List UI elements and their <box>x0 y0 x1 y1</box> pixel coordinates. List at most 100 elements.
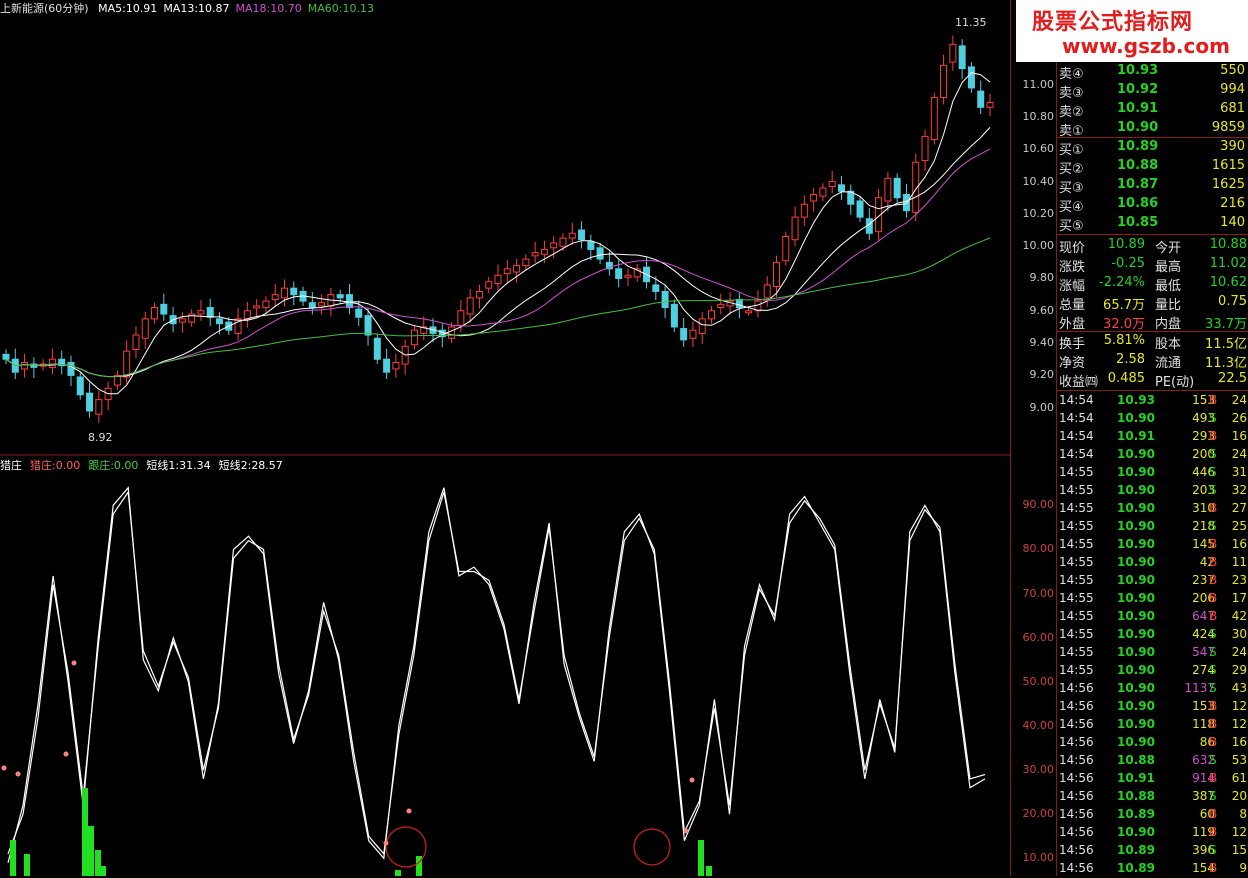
tick-row[interactable]: 14:56 10.88 387 S 20 <box>1057 788 1248 806</box>
tick-row[interactable]: 14:55 10.90 446 S 31 <box>1057 464 1248 482</box>
candle-body <box>178 318 186 323</box>
tick-row[interactable]: 14:56 10.90 1137 S 43 <box>1057 680 1248 698</box>
tick-time: 14:56 <box>1059 753 1094 767</box>
tick-row[interactable]: 14:54 10.91 293 B 16 <box>1057 428 1248 446</box>
tick-row[interactable]: 14:56 10.89 154 B 9 <box>1057 860 1248 878</box>
candle-body <box>902 194 910 212</box>
candle-body <box>2 353 10 360</box>
tick-time: 14:56 <box>1059 861 1094 875</box>
tick-row[interactable]: 14:56 10.90 153 B 12 <box>1057 698 1248 716</box>
candle-body <box>345 294 353 309</box>
order-book-row: 卖③ 10.92 994 <box>1057 81 1248 101</box>
tick-row[interactable]: 14:55 10.90 42 B 11 <box>1057 554 1248 572</box>
quote-row: 外盘 32.0万 内盘 33.7万 <box>1057 312 1248 332</box>
quote-row: 现价 10.89 今开 10.88 <box>1057 236 1248 256</box>
tick-count: 29 <box>1231 663 1247 677</box>
order-price: 10.91 <box>1117 101 1159 116</box>
tick-count: 53 <box>1231 753 1247 767</box>
quote-label: 流通 <box>1155 356 1182 371</box>
signal-dot <box>63 751 69 757</box>
tick-row[interactable]: 14:56 10.89 60 B 8 <box>1057 806 1248 824</box>
tick-side: B <box>1209 501 1218 515</box>
order-level: 买③ <box>1059 181 1084 196</box>
candle-body <box>735 298 743 309</box>
order-volume: 681 <box>1220 101 1245 116</box>
tick-count: 25 <box>1231 519 1247 533</box>
order-price: 10.88 <box>1117 158 1159 173</box>
osc-axis-label: 10.00 <box>1022 851 1055 865</box>
tick-row[interactable]: 14:55 10.90 218 S 25 <box>1057 518 1248 536</box>
tick-row[interactable]: 14:56 10.90 118 B 12 <box>1057 716 1248 734</box>
tick-row[interactable]: 14:56 10.89 396 S 15 <box>1057 842 1248 860</box>
tick-row[interactable]: 14:54 10.90 200 S 24 <box>1057 446 1248 464</box>
candle-body <box>513 265 521 273</box>
tick-time: 14:55 <box>1059 519 1094 533</box>
tick-price: 10.90 <box>1117 465 1155 479</box>
tick-count: 8 <box>1239 807 1247 821</box>
tick-row[interactable]: 14:55 10.90 424 S 30 <box>1057 626 1248 644</box>
osc-axis-label: 50.00 <box>1022 674 1055 688</box>
price-axis-label: 9.00 <box>1029 400 1055 414</box>
chart-markers <box>1 660 695 868</box>
tick-row[interactable]: 14:55 10.90 237 B 23 <box>1057 572 1248 590</box>
tick-time: 14:56 <box>1059 825 1094 839</box>
tick-row[interactable]: 14:54 10.90 493 S 26 <box>1057 410 1248 428</box>
candle-body <box>48 358 56 368</box>
tick-time: 14:56 <box>1059 771 1094 785</box>
candle-body <box>271 294 279 300</box>
tick-side: B <box>1209 429 1218 443</box>
candle-body <box>67 361 75 376</box>
order-volume: 140 <box>1220 215 1245 230</box>
tick-count: 24 <box>1231 447 1247 461</box>
tick-price: 10.91 <box>1117 429 1155 443</box>
tick-row[interactable]: 14:55 10.90 647 B 42 <box>1057 608 1248 626</box>
tick-count: 31 <box>1231 465 1247 479</box>
tick-count: 16 <box>1231 429 1247 443</box>
tick-time: 14:54 <box>1059 393 1094 407</box>
quote-value: 0.75 <box>1218 294 1247 309</box>
candle-body <box>977 90 985 108</box>
signal-bar <box>698 840 704 876</box>
tick-side: B <box>1209 861 1218 875</box>
tick-row[interactable]: 14:55 10.90 274 S 29 <box>1057 662 1248 680</box>
tick-row[interactable]: 14:54 10.93 153 B 24 <box>1057 392 1248 410</box>
tick-row[interactable]: 14:56 10.90 86 B 16 <box>1057 734 1248 752</box>
candle-body <box>661 290 669 309</box>
price-candles <box>2 35 994 423</box>
quote-label: 涨幅 <box>1059 279 1086 294</box>
order-volume: 550 <box>1220 63 1245 78</box>
tick-price: 10.90 <box>1117 645 1155 659</box>
chart-canvas <box>0 35 1010 876</box>
tick-side: B <box>1209 609 1218 623</box>
order-level: 卖③ <box>1059 86 1084 101</box>
tick-row[interactable]: 14:56 10.88 632 S 53 <box>1057 752 1248 770</box>
tick-row[interactable]: 14:55 10.90 206 B 17 <box>1057 590 1248 608</box>
signal-dot <box>406 808 412 814</box>
order-book-bottom <box>1057 234 1248 235</box>
indicator-header: 猎庄 猎庄:0.00 跟庄:0.00 短线1:31.34 短线2:28.57 <box>0 457 291 473</box>
tick-side: B <box>1209 573 1218 587</box>
tick-price: 10.90 <box>1117 591 1155 605</box>
tick-count: 30 <box>1231 627 1247 641</box>
oscillator-line-2 <box>7 490 986 856</box>
tick-row[interactable]: 14:56 10.91 914 B 61 <box>1057 770 1248 788</box>
candle-body <box>531 252 539 257</box>
tick-row[interactable]: 14:55 10.90 547 S 24 <box>1057 644 1248 662</box>
tick-row[interactable]: 14:55 10.90 203 S 32 <box>1057 482 1248 500</box>
tick-time: 14:56 <box>1059 681 1094 695</box>
candle-body <box>782 235 790 262</box>
order-level: 卖④ <box>1059 67 1084 82</box>
candle-body <box>930 97 938 141</box>
tick-row[interactable]: 14:55 10.90 145 B 16 <box>1057 536 1248 554</box>
tick-row[interactable]: 14:56 10.90 119 B 12 <box>1057 824 1248 842</box>
quote-value: 11.02 <box>1209 256 1247 271</box>
order-price: 10.92 <box>1117 82 1159 97</box>
tick-time: 14:55 <box>1059 483 1094 497</box>
tick-side: S <box>1209 519 1217 533</box>
candle-body <box>160 303 168 315</box>
tick-time: 14:55 <box>1059 591 1094 605</box>
candle-body <box>392 361 400 370</box>
tick-count: 27 <box>1231 501 1247 515</box>
candle-body <box>216 318 224 325</box>
tick-row[interactable]: 14:55 10.90 310 B 27 <box>1057 500 1248 518</box>
